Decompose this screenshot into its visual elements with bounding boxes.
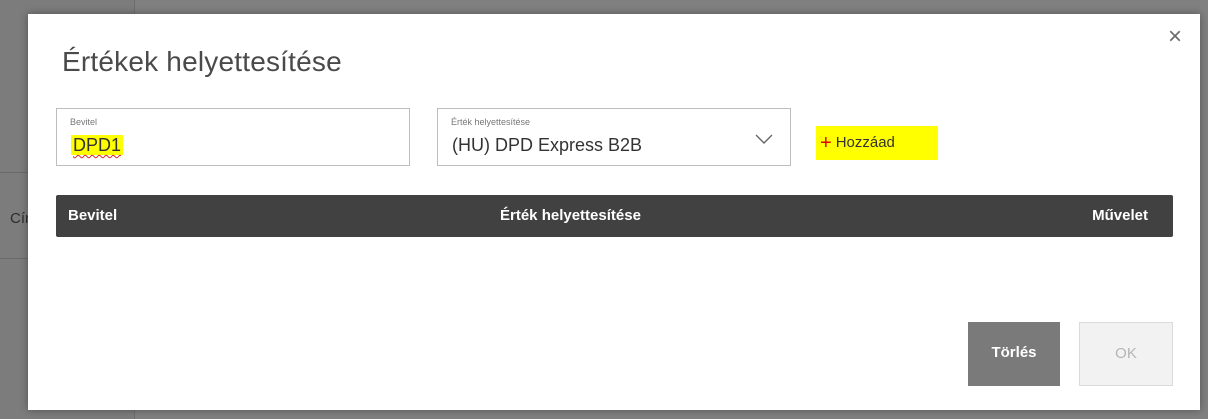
add-button-label: Hozzáad	[835, 134, 895, 151]
ok-button[interactable]: OK	[1079, 322, 1173, 386]
plus-icon: +	[820, 132, 832, 154]
replace-value-selected: (HU) DPD Express B2B	[452, 135, 643, 155]
input-field[interactable]: Bevitel DPD1	[56, 108, 410, 166]
dialog-title: Értékek helyettesítése	[62, 46, 342, 77]
mapping-table-header: Bevitel Érték helyettesítése Művelet	[56, 195, 1173, 237]
input-field-value-wrapper: DPD1	[71, 135, 124, 156]
replace-values-dialog: × Értékek helyettesítése Bevitel DPD1 Ér…	[28, 14, 1200, 410]
replace-value-label: Érték helyettesítése	[451, 117, 531, 127]
replace-value-select[interactable]: Érték helyettesítése (HU) DPD Express B2…	[437, 108, 791, 166]
add-button[interactable]: + Hozzáad	[816, 126, 938, 160]
delete-button[interactable]: Törlés	[968, 322, 1060, 386]
chevron-down-icon[interactable]	[754, 129, 774, 149]
column-header-action: Művelet	[1092, 207, 1148, 224]
input-field-label: Bevitel	[70, 117, 98, 127]
column-header-replacement: Érték helyettesítése	[500, 207, 641, 224]
close-icon[interactable]: ×	[1162, 24, 1188, 50]
column-header-input: Bevitel	[68, 207, 118, 224]
input-field-value[interactable]: DPD1	[71, 135, 124, 155]
